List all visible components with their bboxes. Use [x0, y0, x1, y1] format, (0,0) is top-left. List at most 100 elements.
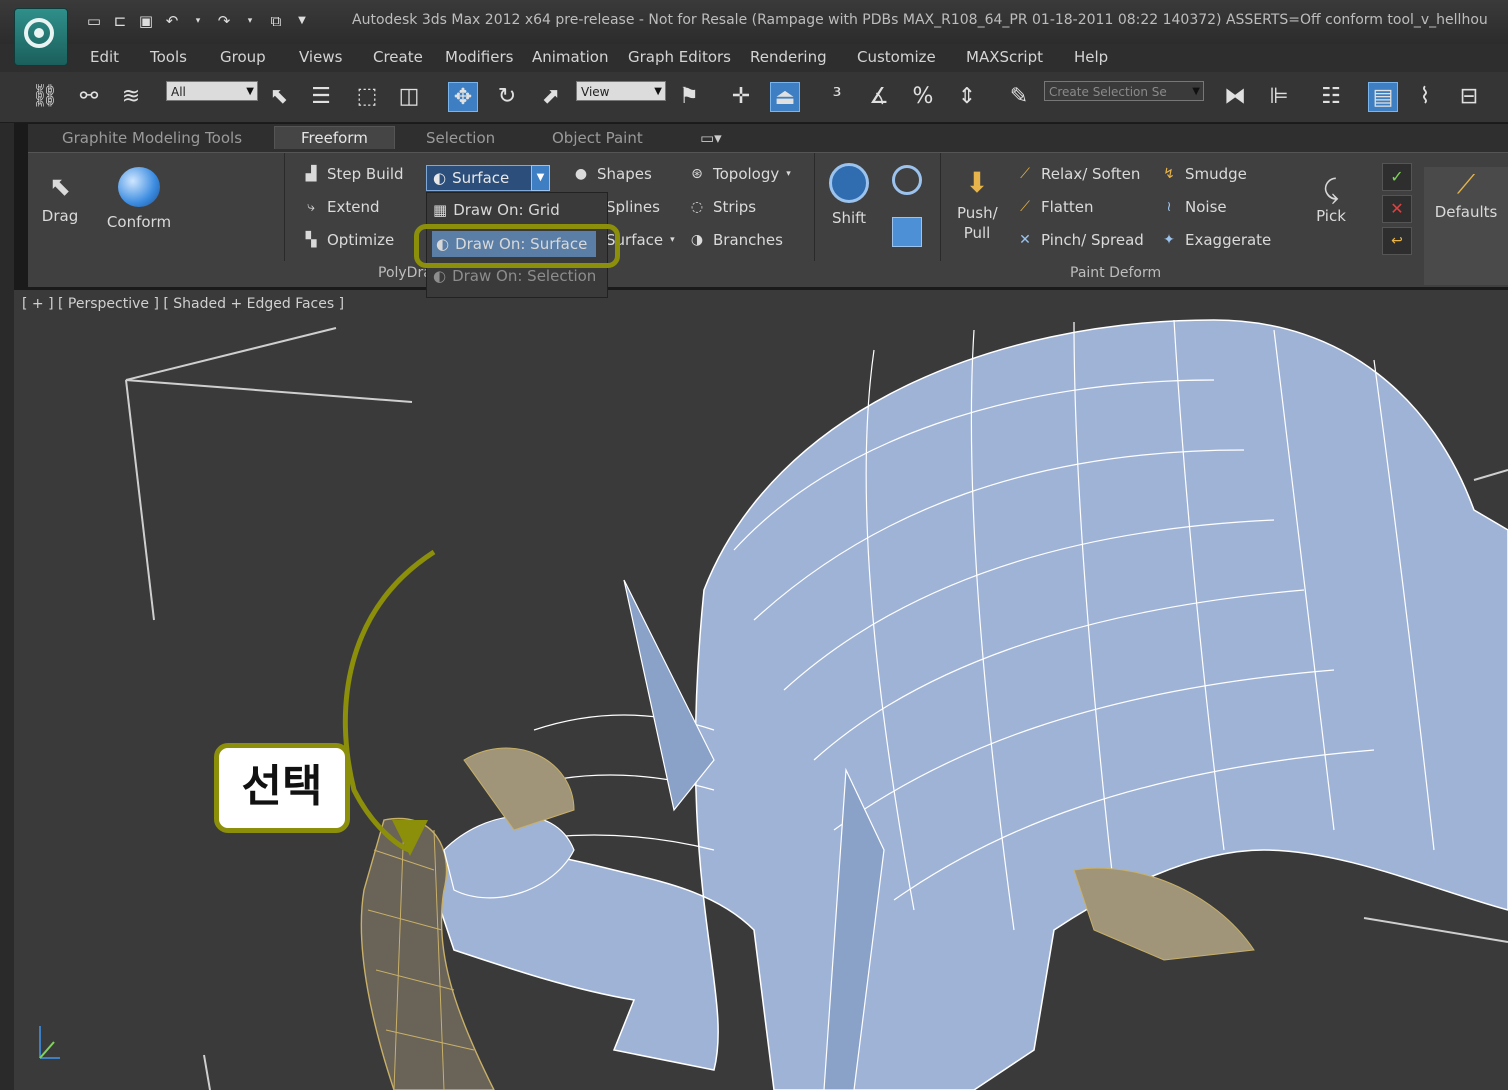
redo-dropdown-icon[interactable]: ▾ — [240, 12, 260, 30]
selection-filter-dropdown[interactable]: All — [166, 81, 258, 102]
menu-item-draw-on-grid[interactable]: ▦ Draw On: Grid — [433, 201, 560, 219]
select-rotate-icon[interactable]: ↻ — [492, 82, 522, 112]
tab-selection[interactable]: Selection — [426, 129, 495, 147]
menu-create[interactable]: Create — [373, 48, 423, 66]
keyboard-shortcut-override-icon[interactable]: ⏏ — [770, 82, 800, 112]
drag-icon: ⬉ — [49, 172, 71, 202]
defaults-button[interactable]: ⟋ Defaults — [1424, 167, 1508, 285]
angle-snap-icon[interactable]: ∡ — [864, 82, 894, 112]
redo-icon[interactable]: ↷ — [214, 12, 234, 30]
snaps-toggle-icon[interactable]: ³ — [822, 82, 852, 112]
menu-item-draw-on-selection[interactable]: ◐ Draw On: Selection — [433, 267, 596, 285]
perspective-viewport[interactable]: [ + ] [ Perspective ] [ Shaded + Edged F… — [14, 290, 1508, 1090]
vertex-brush-icon[interactable] — [236, 165, 268, 197]
link-icon[interactable]: ⛓ — [30, 82, 60, 112]
application-button[interactable] — [14, 8, 68, 66]
branches-icon: ◑ — [690, 232, 704, 248]
group-label-paint-deform: Paint Deform — [1070, 265, 1162, 281]
tab-object-paint[interactable]: Object Paint — [552, 129, 643, 147]
undo-dropdown-icon[interactable]: ▾ — [188, 12, 208, 30]
drag-button[interactable]: ⬉ Drag — [38, 167, 82, 225]
save-icon[interactable]: ▣ — [136, 12, 156, 30]
exaggerate-label: Exaggerate — [1185, 231, 1272, 249]
noise-button[interactable]: ≀ Noise — [1160, 198, 1226, 216]
cancel-icon[interactable]: ✕ — [1382, 195, 1412, 223]
shapes-icon: ● — [574, 166, 588, 182]
ribbon-separator — [814, 153, 815, 261]
layer-manager-icon[interactable]: ☷ — [1316, 82, 1346, 112]
curve-editor-icon[interactable]: ⌇ — [1410, 82, 1440, 112]
menu-graph-editors[interactable]: Graph Editors — [628, 48, 731, 66]
bind-space-warp-icon[interactable]: ≋ — [116, 82, 146, 112]
menu-views[interactable]: Views — [299, 48, 342, 66]
shift-rotate-icon[interactable] — [892, 165, 922, 195]
open-file-icon[interactable]: ⊏ — [110, 12, 130, 30]
menu-modifiers[interactable]: Modifiers — [445, 48, 513, 66]
splines-button[interactable]: Splines — [606, 198, 660, 216]
branches-button[interactable]: ◑ Branches — [688, 231, 783, 249]
ribbon-options-icon[interactable]: ▭▾ — [700, 129, 722, 147]
spinner-snap-icon[interactable]: ⇕ — [952, 82, 982, 112]
menu-animation[interactable]: Animation — [532, 48, 608, 66]
push-pull-button[interactable]: ⬇ Push/ Pull — [948, 163, 1006, 243]
customize-qa-icon[interactable]: ▼ — [292, 12, 312, 30]
rectangular-selection-icon[interactable]: ⬚ — [352, 82, 382, 112]
pinch-spread-label: Pinch/ Spread — [1041, 231, 1144, 249]
tab-graphite-modeling-tools[interactable]: Graphite Modeling Tools — [62, 129, 242, 147]
topology-button[interactable]: ⊛ Topology ▾ — [688, 165, 791, 183]
project-folder-icon[interactable]: ⧉ — [266, 12, 286, 30]
reset-icon[interactable]: ↩ — [1382, 227, 1412, 255]
surface-dropdown-arrow[interactable]: ▼ — [531, 165, 550, 191]
title-bar: ▭ ⊏ ▣ ↶ ▾ ↷ ▾ ⧉ ▼ Autodesk 3ds Max 2012 … — [0, 0, 1508, 45]
smudge-button[interactable]: ↯ Smudge — [1160, 165, 1247, 183]
unlink-icon[interactable]: ⚯ — [74, 82, 104, 112]
new-file-icon[interactable]: ▭ — [84, 12, 104, 30]
percent-snap-icon[interactable]: % — [908, 82, 938, 112]
shift-scale-icon[interactable] — [892, 217, 922, 247]
conform-button[interactable]: Conform — [102, 167, 176, 231]
select-by-name-icon[interactable]: ☰ — [306, 82, 336, 112]
menu-tools[interactable]: Tools — [150, 48, 187, 66]
undo-icon[interactable]: ↶ — [162, 12, 182, 30]
menu-group[interactable]: Group — [220, 48, 266, 66]
menu-help[interactable]: Help — [1074, 48, 1108, 66]
mesh-render — [39, 319, 1508, 1090]
window-crossing-icon[interactable]: ◫ — [394, 82, 424, 112]
select-manipulate-icon[interactable]: ✛ — [726, 82, 756, 112]
graphite-ribbon-icon[interactable]: ▤ — [1368, 82, 1398, 112]
conform-brush-icon[interactable] — [186, 165, 218, 197]
mirror-icon[interactable]: ⧓ — [1220, 82, 1250, 112]
move-brush-icon[interactable] — [186, 211, 218, 243]
step-build-button[interactable]: ▟ Step Build — [302, 165, 404, 183]
extend-button[interactable]: ⤷ Extend — [302, 198, 379, 216]
pinch-spread-button[interactable]: ✕ Pinch/ Spread — [1016, 231, 1144, 249]
menu-maxscript[interactable]: MAXScript — [966, 48, 1043, 66]
named-selection-sets-dropdown[interactable]: Create Selection Se — [1044, 81, 1204, 102]
accept-icon[interactable]: ✓ — [1382, 163, 1412, 191]
select-scale-icon[interactable]: ⬈ — [536, 82, 566, 112]
menu-customize[interactable]: Customize — [857, 48, 936, 66]
reference-coordinate-dropdown[interactable]: View — [576, 81, 666, 102]
optimize-label: Optimize — [327, 231, 395, 249]
shapes-button[interactable]: ● Shapes — [572, 165, 652, 183]
strips-button[interactable]: ◌ Strips — [688, 198, 756, 216]
topology-dropdown-icon: ▾ — [786, 169, 791, 179]
exaggerate-button[interactable]: ✦ Exaggerate — [1160, 231, 1271, 249]
pivot-point-icon[interactable]: ⚑ — [674, 82, 704, 112]
relax-brush-icon[interactable] — [236, 211, 268, 243]
window-title: Autodesk 3ds Max 2012 x64 pre-release - … — [352, 12, 1488, 28]
edit-named-selection-icon[interactable]: ✎ — [1004, 82, 1034, 112]
menu-rendering[interactable]: Rendering — [750, 48, 827, 66]
relax-soften-button[interactable]: ⟋ Relax/ Soften — [1016, 165, 1140, 183]
schematic-view-icon[interactable]: ⊟ — [1454, 82, 1484, 112]
tab-freeform[interactable]: Freeform — [274, 126, 395, 149]
select-object-icon[interactable]: ⬉ — [264, 82, 294, 112]
align-icon[interactable]: ⊫ — [1264, 82, 1294, 112]
menu-edit[interactable]: Edit — [90, 48, 119, 66]
flatten-button[interactable]: ⟋ Flatten — [1016, 198, 1093, 216]
select-move-icon[interactable]: ✥ — [448, 82, 478, 112]
optimize-button[interactable]: ▚ Optimize — [302, 231, 395, 249]
pick-button[interactable]: ⤹ Pick — [1300, 173, 1362, 225]
shift-button[interactable]: Shift — [824, 163, 874, 227]
relax-soften-icon: ⟋ — [1020, 166, 1030, 182]
